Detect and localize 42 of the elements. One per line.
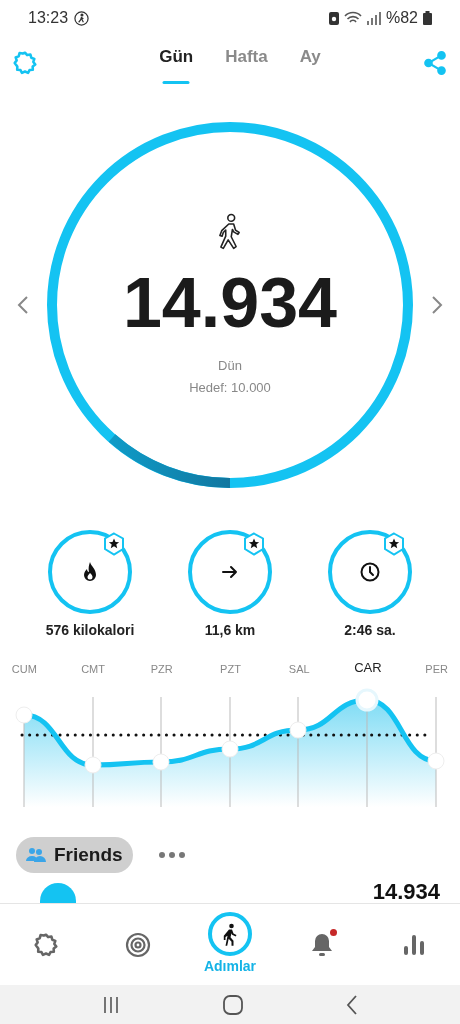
day-label[interactable]: PZR bbox=[127, 660, 197, 677]
people-icon bbox=[26, 847, 46, 863]
period-tab[interactable]: Gün bbox=[159, 42, 194, 84]
stat-value: 2:46 sa. bbox=[344, 621, 396, 640]
wifi-icon bbox=[343, 11, 362, 25]
nav-item[interactable]: Adımlar bbox=[184, 912, 276, 977]
day-label[interactable]: PZT bbox=[196, 660, 265, 677]
star-badge-icon bbox=[382, 532, 406, 556]
settings-icon[interactable] bbox=[33, 931, 59, 958]
stat-value: 576 kilokalori bbox=[45, 621, 135, 640]
period-tab[interactable]: Ay bbox=[299, 42, 321, 84]
goal-label: Hedef: 10.000 bbox=[189, 379, 271, 397]
arrow-icon bbox=[222, 565, 238, 579]
back-icon[interactable] bbox=[346, 994, 359, 1015]
target-icon[interactable] bbox=[125, 931, 151, 958]
battery-saver-icon bbox=[328, 11, 339, 25]
status-time: 13:23 bbox=[28, 8, 69, 28]
more-icon[interactable] bbox=[158, 852, 185, 858]
step-count: 14.934 bbox=[122, 267, 338, 338]
home-icon[interactable] bbox=[223, 994, 243, 1015]
day-label[interactable]: PER bbox=[402, 660, 460, 677]
star-badge-icon bbox=[242, 532, 266, 556]
friend-avatar bbox=[40, 883, 76, 903]
battery-percent: %82 bbox=[385, 8, 418, 28]
walker-status-icon bbox=[74, 10, 90, 26]
friend-steps: 14.934 bbox=[372, 881, 440, 903]
clock-icon bbox=[360, 562, 380, 582]
star-badge-icon bbox=[102, 532, 126, 556]
bar-chart-icon[interactable] bbox=[402, 932, 426, 957]
day-label[interactable]: CUM bbox=[0, 660, 59, 677]
flame-icon bbox=[82, 562, 98, 582]
steps-ring-icon[interactable] bbox=[208, 912, 252, 956]
recent-apps-icon[interactable] bbox=[101, 995, 120, 1014]
stat-value: 11,6 km bbox=[204, 621, 256, 640]
day-label[interactable]: CAR bbox=[333, 657, 403, 677]
signal-icon bbox=[366, 11, 381, 25]
day-label: Dün bbox=[218, 356, 242, 375]
battery-icon bbox=[423, 11, 432, 25]
day-label[interactable]: SAL bbox=[264, 660, 334, 677]
day-label[interactable]: CMT bbox=[58, 660, 128, 677]
friends-button[interactable]: Friends bbox=[16, 837, 133, 873]
period-tab[interactable]: Hafta bbox=[225, 42, 268, 84]
